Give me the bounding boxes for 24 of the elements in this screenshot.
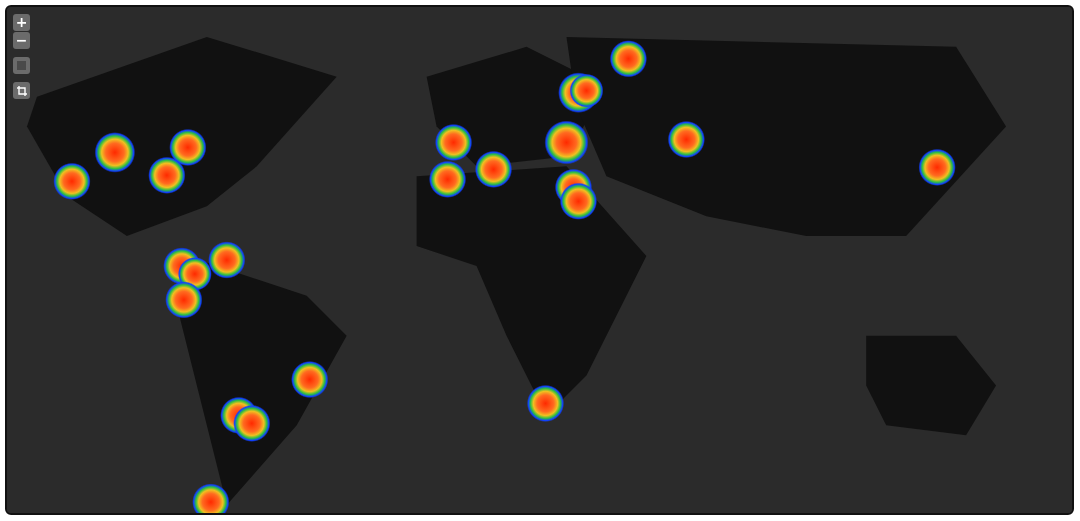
heat-spot [474, 150, 513, 188]
heat-spot [148, 156, 186, 194]
heat-spot [569, 73, 604, 108]
heat-spot [428, 160, 467, 198]
heat-spot [208, 241, 246, 279]
heat-spot [94, 132, 136, 173]
crop-icon [16, 85, 27, 96]
zoom-in-button[interactable]: + [13, 14, 30, 31]
heat-spot [233, 404, 271, 442]
heat-spot [559, 182, 598, 220]
heat-spot [609, 40, 648, 78]
heat-spot [918, 148, 956, 186]
heat-spot [53, 162, 91, 200]
heat-spot [526, 384, 565, 423]
square-icon [17, 61, 26, 70]
heat-spot [169, 128, 207, 167]
zoom-out-button[interactable]: − [13, 32, 30, 49]
heat-spot [192, 483, 230, 513]
heat-spot [667, 120, 706, 159]
heat-spot [291, 360, 329, 399]
heat-spot [544, 120, 589, 165]
tool-button[interactable] [13, 82, 30, 99]
heat-spot [434, 123, 473, 162]
heat-spot [165, 281, 203, 319]
